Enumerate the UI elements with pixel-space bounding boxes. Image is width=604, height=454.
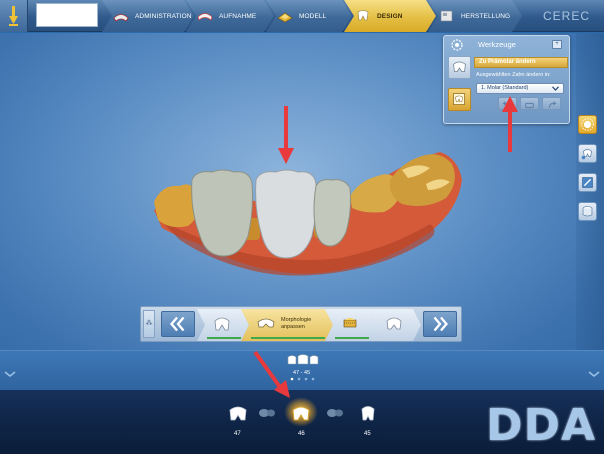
- tooth-morphology-icon: [255, 313, 277, 333]
- step-complete-indicator: [207, 337, 241, 339]
- step-complete-indicator: [335, 337, 369, 339]
- phase-tab-design[interactable]: DESIGN: [344, 0, 436, 32]
- step-label-line: anpassen: [281, 324, 305, 330]
- phase-bar: ADMINISTRATION AUFNAHME MODELL DESIGN HE…: [0, 0, 604, 32]
- edit-icon: [582, 177, 593, 188]
- pontic-link-icon: [259, 409, 275, 417]
- tooth-number: 45: [364, 431, 371, 437]
- phase-tab-herstellung[interactable]: HERSTELLUNG: [428, 0, 522, 32]
- tooth-icon: [453, 61, 466, 72]
- phase-label: AUFNAHME: [219, 12, 257, 20]
- apply-icon: [525, 102, 534, 109]
- intraoral-scan-icon: [196, 9, 214, 23]
- tooth-type-select[interactable]: 1. Molar (Standard): [476, 83, 564, 94]
- tooth-view-icon: [581, 149, 592, 160]
- tools-panel-title: Werkzeuge: [478, 40, 516, 49]
- dda-watermark-logo: DDA: [486, 400, 597, 451]
- red-pointer-arrow: [253, 350, 290, 398]
- step-label-line: Morphologie: [281, 317, 312, 323]
- chevron-down-icon: [552, 86, 559, 91]
- step-label: Morphologie anpassen: [281, 317, 311, 331]
- main-menu-button[interactable]: [0, 0, 28, 32]
- step-complete-indicator: [251, 337, 325, 339]
- tooth-design-icon: [354, 9, 372, 23]
- patient-file-icon: [112, 9, 130, 23]
- tooth-45-icon[interactable]: [357, 402, 379, 424]
- phase-label: ADMINISTRATION: [135, 12, 192, 20]
- analysis-tool-button[interactable]: [578, 115, 597, 134]
- phase-label: MODELL: [299, 12, 327, 20]
- tooth-46-icon[interactable]: [290, 402, 312, 424]
- sun-icon: [581, 118, 594, 131]
- menu-arrow-icon: [9, 6, 18, 26]
- brand-logo: CEREC: [542, 9, 590, 23]
- pin-icon[interactable]: +: [552, 40, 562, 49]
- tooth-contact-icon: [339, 313, 361, 333]
- tooth-finish-icon: [383, 313, 405, 333]
- restoration-label: 47 - 45: [293, 370, 311, 376]
- workflow-step-1[interactable]: [197, 309, 249, 341]
- red-pointer-arrow: [278, 106, 294, 164]
- patient-name-field[interactable]: [36, 3, 98, 27]
- redo-icon: [548, 101, 557, 108]
- tooth-number: 47: [234, 431, 241, 437]
- milling-unit-icon: [438, 9, 456, 23]
- pontic-link-icon: [327, 409, 343, 417]
- chevron-down-icon[interactable]: [588, 370, 600, 378]
- tooth-47-icon[interactable]: [227, 402, 249, 424]
- phase-label: DESIGN: [377, 12, 403, 20]
- next-step-button[interactable]: [423, 311, 457, 337]
- previous-step-button[interactable]: [161, 311, 195, 337]
- gear-icon[interactable]: [451, 39, 463, 51]
- tool-change-tooth-type[interactable]: [448, 56, 471, 79]
- change-to-premolar-option[interactable]: Zu Prämolar ändern: [474, 57, 568, 68]
- pin-icon[interactable]: ⁂: [143, 310, 155, 338]
- tools-panel-header: Werkzeuge +: [444, 36, 569, 54]
- display-tool-button[interactable]: [578, 202, 597, 221]
- workflow-step-bar: ⁂ Morphologie anpassen: [140, 306, 462, 342]
- chevron-down-icon[interactable]: [4, 370, 16, 378]
- tooth-number: 46: [298, 431, 305, 437]
- dental-scan-model[interactable]: [140, 140, 470, 290]
- tooth-library-icon: [453, 93, 465, 105]
- redo-button[interactable]: [542, 97, 561, 110]
- phase-tab-administration[interactable]: ADMINISTRATION: [102, 0, 194, 32]
- double-chevron-right-icon: [433, 316, 448, 332]
- phase-label: HERSTELLUNG: [461, 12, 511, 20]
- change-tooth-label: Ausgewählten Zahn ändern in:: [476, 72, 551, 78]
- phase-tab-modell[interactable]: MODELL: [266, 0, 352, 32]
- red-pointer-arrow: [502, 96, 518, 152]
- edit-tool-button[interactable]: [578, 173, 597, 192]
- tool-tooth-library[interactable]: [448, 88, 471, 111]
- apply-button[interactable]: [520, 97, 539, 110]
- cylinder-icon: [582, 206, 593, 217]
- view-tool-button[interactable]: [578, 144, 597, 163]
- tooth-position-icon: [211, 313, 233, 333]
- workflow-step-morphology[interactable]: Morphologie anpassen: [241, 309, 333, 341]
- double-chevron-left-icon: [170, 316, 185, 332]
- page-dots: [290, 377, 315, 381]
- model-icon: [276, 9, 294, 23]
- tooth-type-select-value: 1. Molar (Standard): [481, 85, 529, 91]
- phase-tab-aufnahme[interactable]: AUFNAHME: [186, 0, 274, 32]
